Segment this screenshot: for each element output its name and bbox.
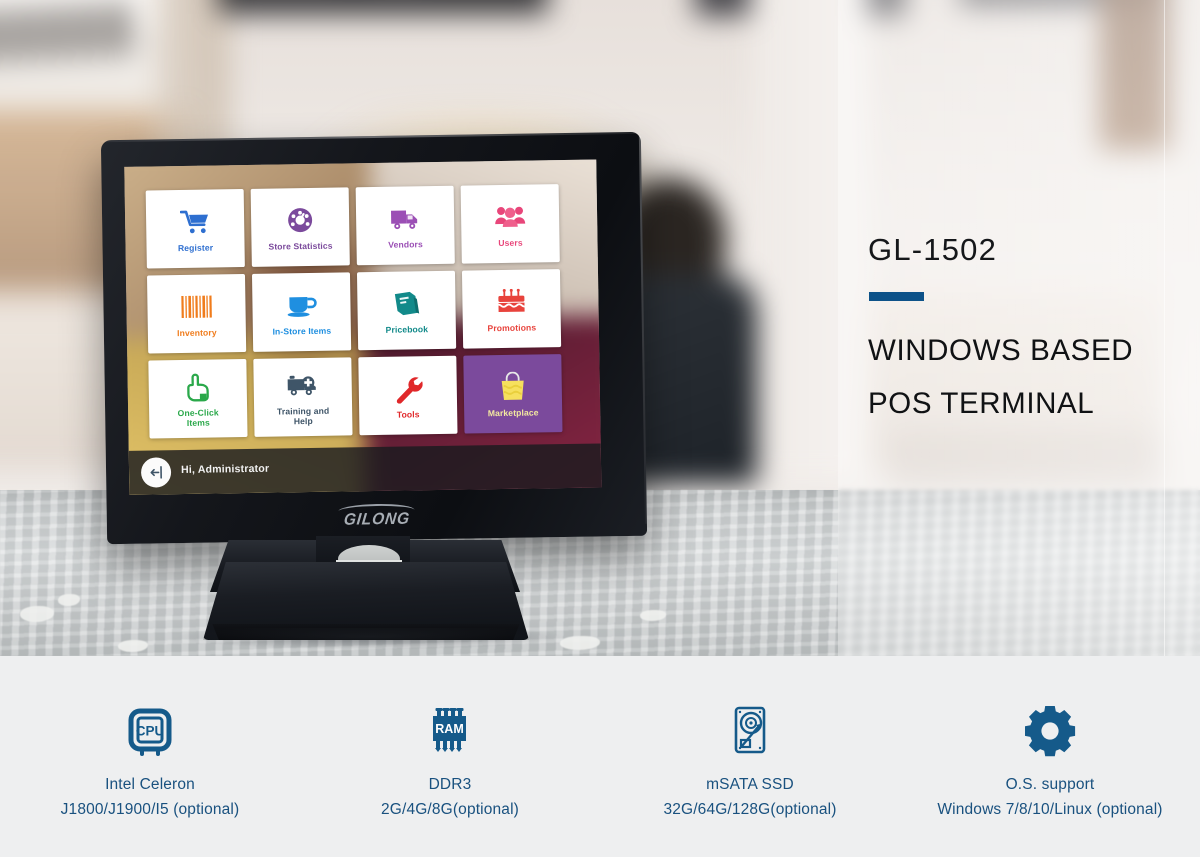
tile-label: Training and Help: [276, 405, 330, 427]
tile-label: Pricebook: [385, 324, 429, 335]
svg-text:RAM: RAM: [435, 722, 463, 736]
tile-label: Store Statistics: [268, 240, 333, 252]
brand-logo: GILONG: [338, 503, 416, 529]
tile-store-statistics[interactable]: Store Statistics: [250, 187, 350, 267]
menu-blackboard-left: [218, 0, 548, 14]
tile-one-click-items[interactable]: One-Click Items: [148, 359, 248, 439]
tile-promotions[interactable]: Promotions: [461, 269, 562, 349]
tile-label: Tools: [396, 409, 420, 420]
spec-cpu: CPU Intel Celeron J1800/J1900/I5 (option…: [0, 656, 300, 857]
delivery-truck-icon: [389, 201, 422, 235]
hard-drive-icon: [722, 702, 778, 760]
pos-screen[interactable]: Register Store Statistics Vendors Users …: [124, 159, 602, 495]
users-group-icon: [494, 200, 527, 234]
spec-subtitle: Windows 7/8/10/Linux (optional): [937, 801, 1163, 818]
spec-title: O.S. support: [1005, 776, 1095, 793]
spec-ram: RAM DDR3 2G/4G/8G(optional): [300, 656, 600, 857]
shopping-cart-icon: [179, 205, 211, 239]
tile-label: Users: [498, 237, 523, 249]
spec-storage: mSATA SSD 32G/64G/128G(optional): [600, 656, 900, 857]
product-title-line-2: POS TERMINAL: [868, 387, 1095, 420]
specifications-bar: CPU Intel Celeron J1800/J1900/I5 (option…: [0, 656, 1200, 857]
tile-label: Inventory: [177, 327, 217, 339]
spec-subtitle: J1800/J1900/I5 (optional): [60, 801, 240, 818]
accent-underline: [869, 292, 924, 301]
tile-label: In-Store Items: [272, 325, 332, 337]
spec-title: Intel Celeron: [105, 776, 195, 793]
tile-training-and-help[interactable]: Training and Help: [253, 357, 353, 437]
product-banner: Register Store Statistics Vendors Users …: [0, 0, 1200, 857]
birthday-cake-icon: [495, 285, 528, 319]
tile-label: Marketplace: [487, 407, 539, 419]
spec-title: mSATA SSD: [706, 776, 794, 793]
gauge-icon: [285, 203, 316, 237]
shopping-bag-icon: [499, 370, 528, 404]
tile-pricebook[interactable]: Pricebook: [356, 270, 457, 351]
brand-name: GILONG: [342, 509, 411, 529]
user-greeting: Hi, Administrator: [180, 462, 270, 477]
pos-app-grid: Register Store Statistics Vendors Users …: [145, 184, 563, 439]
spec-subtitle: 2G/4G/8G(optional): [381, 801, 519, 818]
book-icon: [392, 286, 421, 320]
tile-label: One-Click Items: [177, 407, 219, 428]
tile-label: Vendors: [388, 239, 423, 250]
gear-icon: [1022, 702, 1078, 760]
stand-shadow: [175, 628, 565, 650]
svg-text:CPU: CPU: [136, 724, 165, 739]
tile-vendors[interactable]: Vendors: [355, 185, 455, 266]
logout-arrow-icon[interactable]: [140, 457, 172, 488]
product-code: GL-1502: [868, 232, 998, 267]
tile-register[interactable]: Register: [145, 189, 245, 269]
pos-taskbar: Hi, Administrator: [128, 443, 602, 495]
pointing-hand-icon: [183, 370, 212, 404]
spec-os: O.S. support Windows 7/8/10/Linux (optio…: [900, 656, 1200, 857]
product-title-line-1: WINDOWS BASED: [868, 334, 1134, 367]
tile-marketplace[interactable]: Marketplace: [463, 354, 563, 434]
hero-section: Register Store Statistics Vendors Users …: [0, 0, 1200, 656]
tile-users[interactable]: Users: [460, 184, 560, 264]
spec-title: DDR3: [428, 776, 472, 793]
tile-label: Promotions: [487, 322, 537, 334]
ram-chip-icon: RAM: [422, 702, 478, 760]
wrench-icon: [393, 371, 424, 405]
tile-in-store-items[interactable]: In-Store Items: [251, 272, 352, 352]
tile-tools[interactable]: Tools: [358, 355, 458, 436]
pos-terminal-device: Register Store Statistics Vendors Users …: [100, 131, 648, 545]
coffee-cup-icon: [285, 288, 318, 322]
cpu-chip-icon: CPU: [122, 702, 178, 760]
ambulance-icon: [286, 368, 319, 402]
product-title: WINDOWS BASED POS TERMINAL: [868, 324, 1188, 430]
spec-subtitle: 32G/64G/128G(optional): [663, 801, 837, 818]
barcode-icon: [180, 290, 213, 324]
tile-inventory[interactable]: Inventory: [146, 274, 247, 354]
tile-label: Register: [177, 242, 214, 254]
